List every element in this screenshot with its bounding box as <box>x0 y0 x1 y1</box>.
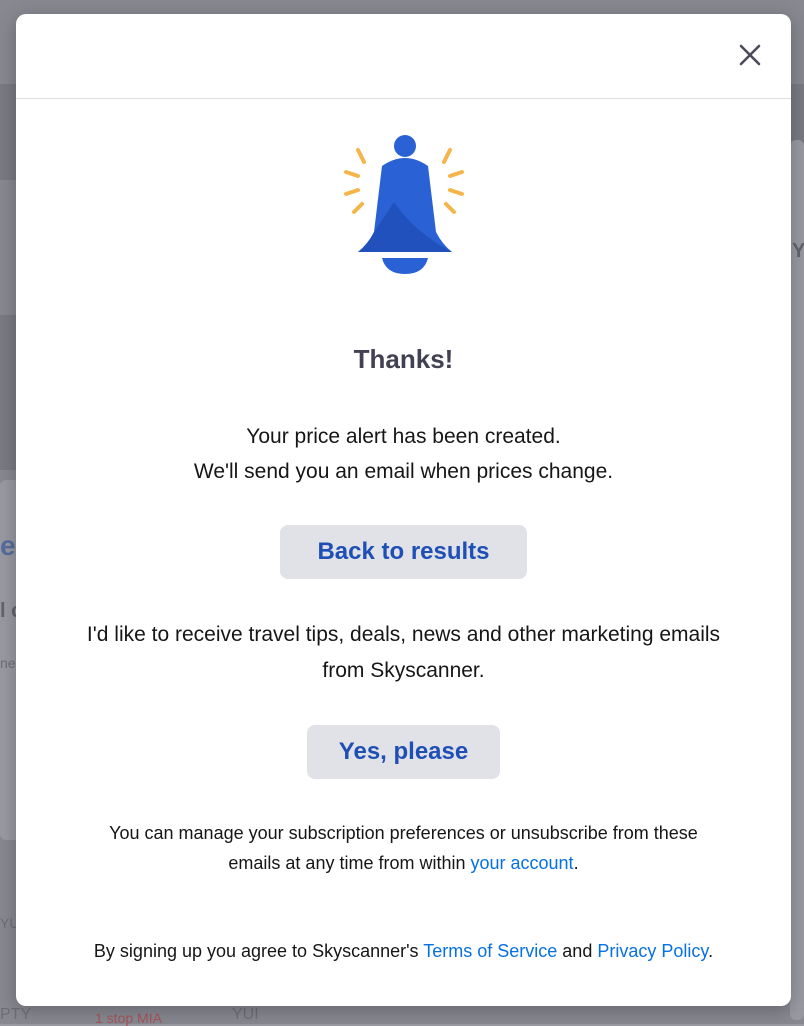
yes-please-button[interactable]: Yes, please <box>307 725 500 779</box>
message-line: We'll send you an email when prices chan… <box>193 460 614 483</box>
modal-header <box>16 14 791 99</box>
close-button[interactable] <box>735 40 765 70</box>
your-account-link[interactable]: your account <box>471 853 574 873</box>
privacy-policy-link[interactable]: Privacy Policy <box>597 941 708 961</box>
marketing-consent-text: I'd like to receive travel tips, deals, … <box>16 617 791 689</box>
terms-and: and <box>562 941 593 961</box>
manage-prefix: emails at any time from within <box>228 853 466 873</box>
back-to-results-button[interactable]: Back to results <box>280 525 527 579</box>
confirmation-message: Your price alert has been created. We'll… <box>16 419 791 489</box>
price-alert-modal: Thanks! Your price alert has been create… <box>16 14 791 1006</box>
message-line: Your price alert has been created. <box>246 425 561 448</box>
terms-notice: By signing up you agree to Skyscanner's … <box>16 941 791 962</box>
modal-title: Thanks! <box>353 344 454 374</box>
terms-prefix: By signing up you agree to Skyscanner's <box>93 941 419 961</box>
bell-icon <box>344 135 464 274</box>
marketing-line: from Skyscanner. <box>322 659 485 682</box>
close-icon <box>739 44 761 66</box>
terms-of-service-link[interactable]: Terms of Service <box>423 941 557 961</box>
terms-suffix: . <box>708 941 714 961</box>
manage-line: You can manage your subscription prefere… <box>109 823 698 843</box>
marketing-line: I'd like to receive travel tips, deals, … <box>86 623 721 646</box>
manage-line: emails at any time from within your acco… <box>16 848 791 878</box>
manage-suffix: . <box>573 853 579 873</box>
subscription-info: You can manage your subscription prefere… <box>16 818 791 878</box>
